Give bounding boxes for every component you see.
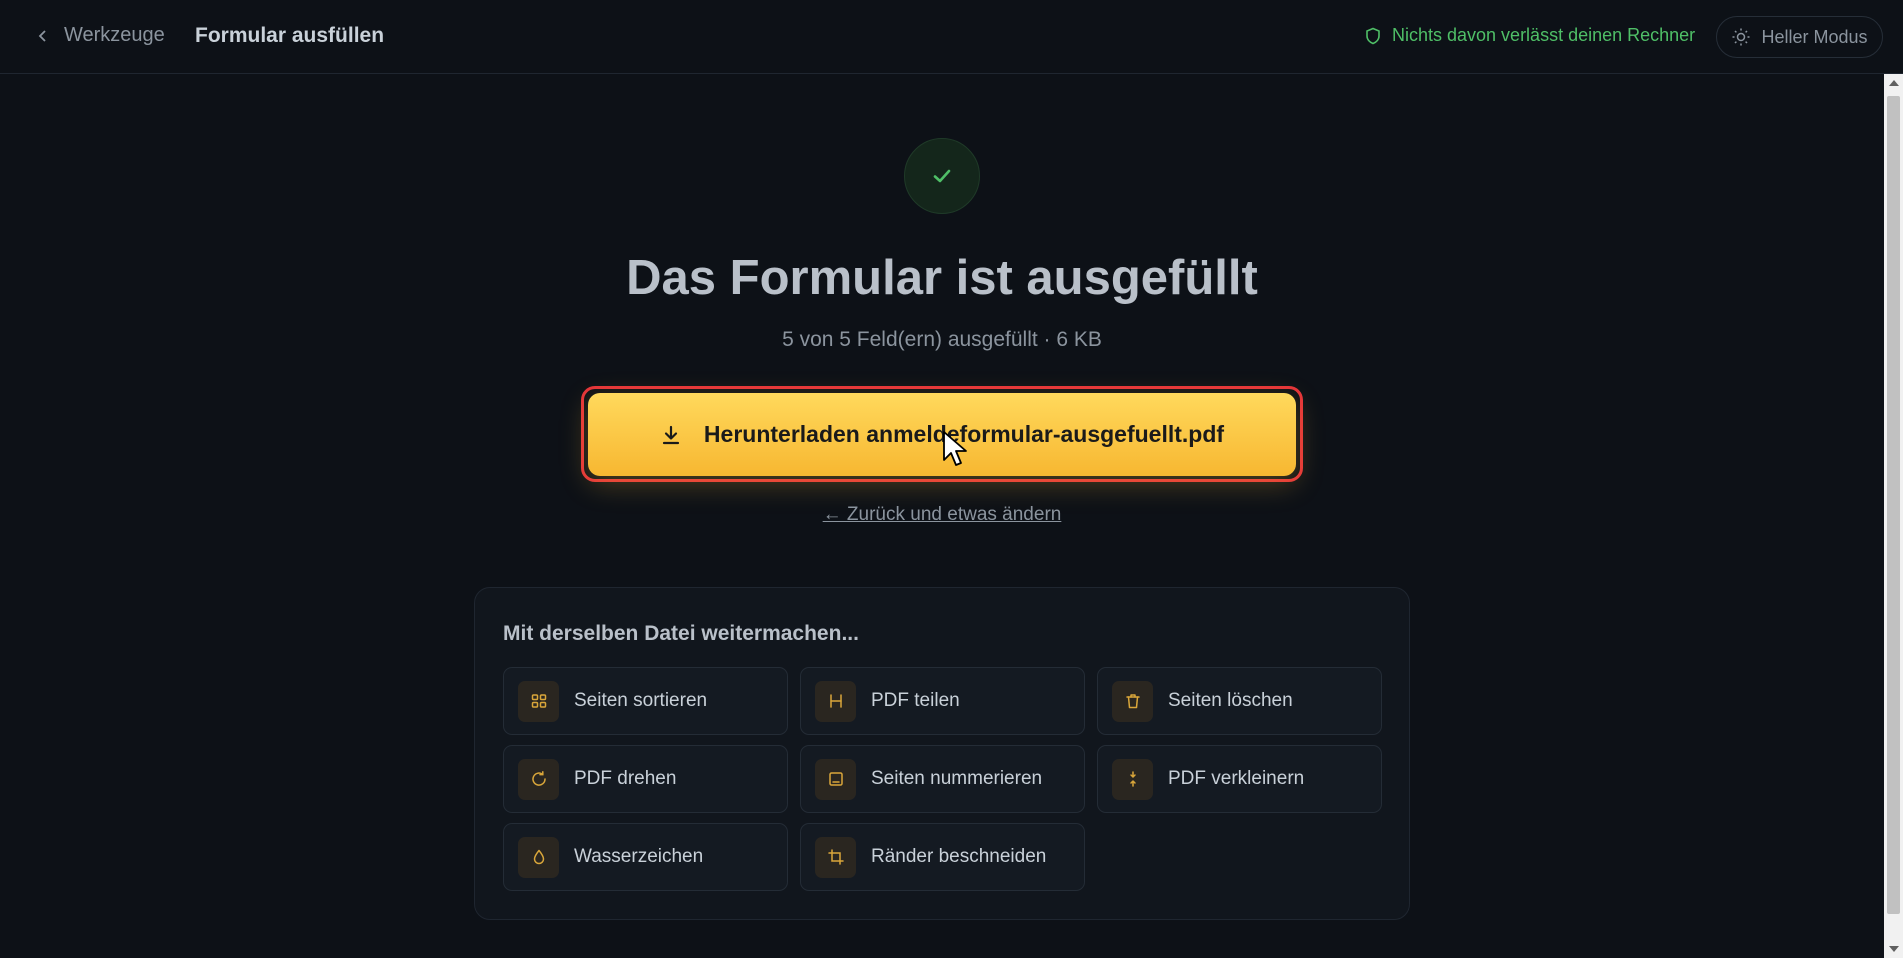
continue-title: Mit derselben Datei weitermachen... bbox=[503, 622, 859, 645]
scroll-down-arrow-icon[interactable] bbox=[1889, 946, 1899, 952]
checkmark-icon bbox=[933, 169, 951, 183]
page-title: Formular ausfüllen bbox=[195, 24, 385, 47]
tool-split-pdf[interactable]: PDF teilen bbox=[800, 667, 1085, 735]
success-badge bbox=[904, 138, 980, 214]
sun-icon bbox=[1732, 28, 1750, 46]
tool-label: Wasserzeichen bbox=[574, 846, 704, 867]
privacy-note: Nichts davon verlässt deinen Rechner bbox=[1364, 25, 1695, 46]
back-to-tools-link[interactable]: Werkzeuge bbox=[36, 24, 165, 47]
grid-icon bbox=[531, 694, 546, 708]
tool-label: Seiten nummerieren bbox=[871, 768, 1043, 789]
chevron-left-icon bbox=[38, 29, 46, 42]
page-scrollbar[interactable] bbox=[1884, 74, 1903, 958]
shield-icon bbox=[1366, 27, 1380, 44]
tool-number-pages[interactable]: Seiten nummerieren bbox=[800, 745, 1085, 813]
tool-crop-margins[interactable]: Ränder beschneiden bbox=[800, 823, 1085, 891]
compress-icon bbox=[1129, 771, 1136, 787]
tool-label: PDF teilen bbox=[871, 690, 960, 711]
light-mode-toggle[interactable]: Heller Modus bbox=[1716, 16, 1883, 58]
tool-rotate-pdf[interactable]: PDF drehen bbox=[503, 745, 788, 813]
tool-label: PDF drehen bbox=[574, 768, 677, 789]
back-label: Werkzeuge bbox=[64, 24, 165, 46]
scrollbar-thumb[interactable] bbox=[1887, 96, 1900, 914]
trash-icon bbox=[1125, 694, 1140, 709]
download-icon bbox=[662, 425, 680, 444]
top-bar: Werkzeuge Formular ausfüllen Nichts davo… bbox=[0, 0, 1903, 74]
tool-watermark[interactable]: Wasserzeichen bbox=[503, 823, 788, 891]
privacy-text: Nichts davon verlässt deinen Rechner bbox=[1392, 25, 1696, 45]
split-icon bbox=[829, 694, 842, 708]
tool-label: Ränder beschneiden bbox=[871, 846, 1047, 867]
tool-compress-pdf[interactable]: PDF verkleinern bbox=[1097, 745, 1382, 813]
tool-delete-pages[interactable]: Seiten löschen bbox=[1097, 667, 1382, 735]
droplet-icon bbox=[533, 849, 544, 865]
mouse-pointer-icon bbox=[943, 431, 967, 466]
tool-label: Seiten löschen bbox=[1168, 690, 1293, 711]
tool-label: PDF verkleinern bbox=[1168, 768, 1305, 789]
mode-toggle-label: Heller Modus bbox=[1761, 26, 1868, 47]
rotate-icon bbox=[531, 771, 546, 786]
continue-panel: Mit derselben Datei weitermachen... Seit… bbox=[474, 587, 1410, 920]
crop-icon bbox=[827, 849, 844, 865]
success-headline: Das Formular ist ausgefüllt bbox=[626, 251, 1258, 305]
tool-label: Seiten sortieren bbox=[574, 690, 708, 711]
back-and-change-link[interactable]: ← Zurück und etwas ändern bbox=[0, 504, 1884, 526]
scroll-up-arrow-icon[interactable] bbox=[1889, 80, 1899, 86]
page-number-icon bbox=[828, 772, 843, 786]
fill-summary: 5 von 5 Feld(ern) ausgefüllt · 6 KB bbox=[782, 328, 1102, 351]
tool-sort-pages[interactable]: Seiten sortieren bbox=[503, 667, 788, 735]
